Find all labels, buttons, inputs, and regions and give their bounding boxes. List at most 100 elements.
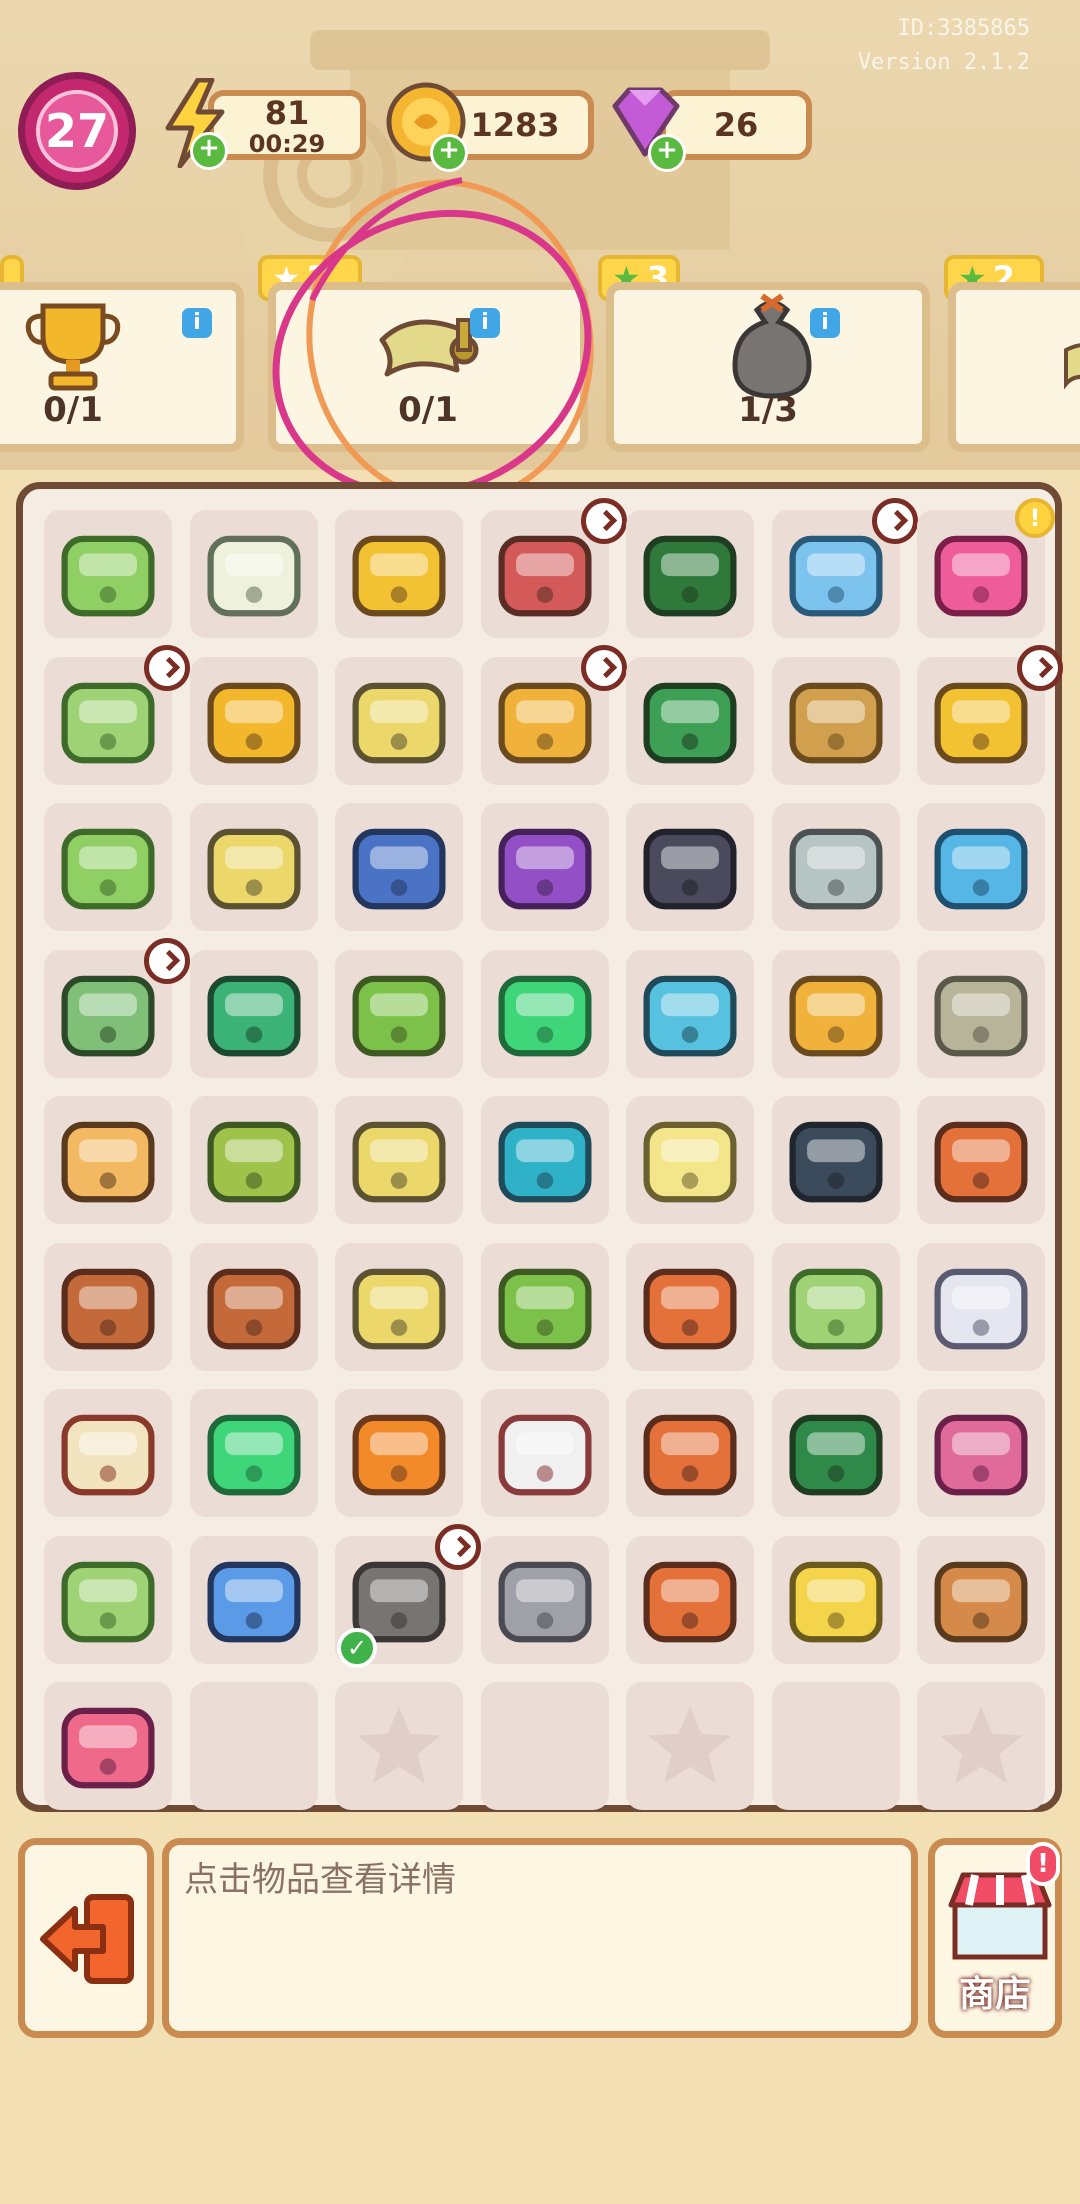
inventory-slot-book-4[interactable] — [189, 1535, 318, 1664]
inventory-slot-gloves[interactable] — [771, 1242, 900, 1371]
inventory-slot-tape-measure[interactable] — [626, 1389, 754, 1517]
energy-timer: 00:29 — [248, 130, 326, 158]
inventory-slot-shopping-cart[interactable] — [335, 510, 463, 638]
newspaper-icon — [207, 535, 300, 617]
scroll-map-icon — [1064, 343, 1080, 390]
inventory-slot-snail[interactable] — [626, 1096, 754, 1224]
clay-pot-icon — [207, 1268, 300, 1349]
inventory-slot-toolbox[interactable] — [626, 656, 754, 785]
inventory-slot-utility-knife[interactable] — [626, 1535, 754, 1664]
inventory-slot-tape-gun[interactable] — [771, 949, 900, 1078]
inventory-slot-paint-can[interactable] — [44, 1389, 172, 1517]
inventory-slot-hula-hoop[interactable] — [480, 1096, 609, 1224]
potted-tree-icon — [352, 975, 446, 1056]
inventory-slot-seedling[interactable] — [480, 1242, 609, 1371]
inventory-slot-bench-press[interactable] — [626, 949, 754, 1078]
inventory-slot-book-2[interactable] — [335, 1389, 463, 1517]
toolbox-open-icon — [498, 1414, 591, 1496]
quest-card-trash-bag[interactable]: i 1/3 — [606, 282, 930, 452]
flower-basket-icon — [789, 682, 882, 763]
energy-plus-button[interactable]: + — [190, 132, 228, 170]
inventory-slot-cd-player[interactable] — [335, 803, 463, 931]
exit-button[interactable] — [18, 1838, 154, 2038]
inventory-slot-empty[interactable] — [626, 1682, 754, 1810]
paint-bucket-icon — [789, 1561, 882, 1642]
toolbox-icon — [643, 682, 737, 763]
inventory-slot-energy-gem[interactable] — [480, 949, 609, 1078]
inventory-slot-empty[interactable] — [771, 1682, 900, 1810]
cd-player-icon — [352, 828, 446, 910]
inventory-slot-basket-dumbbell[interactable] — [189, 803, 318, 931]
inventory-slot-glove[interactable] — [44, 1535, 172, 1664]
info-icon[interactable]: i — [182, 308, 212, 338]
inventory-slot-empty[interactable] — [335, 1682, 463, 1810]
tray-icon — [352, 1121, 446, 1203]
alert-badge-icon: ! — [1015, 498, 1055, 538]
gems-plus-button[interactable]: + — [648, 134, 686, 172]
inventory-slot-paint-bucket[interactable] — [771, 1535, 900, 1664]
level-badge[interactable]: 27 — [18, 72, 136, 190]
inventory-slot-trowel[interactable] — [480, 1535, 609, 1664]
glove-icon — [61, 1561, 155, 1642]
inventory-slot-plant-pot[interactable] — [189, 656, 318, 785]
inventory-slot-hamsters[interactable] — [44, 1096, 172, 1224]
inventory-slot-potted-tree[interactable] — [335, 949, 463, 1078]
stone-pot-icon — [934, 975, 1028, 1056]
quest-card-partial[interactable] — [948, 282, 1080, 452]
star-placeholder-icon — [357, 1706, 441, 1784]
timer-clock-icon — [144, 937, 190, 984]
inventory-slot-megaphone[interactable] — [189, 949, 318, 1078]
inventory-slot-boxing-glove[interactable] — [626, 803, 754, 931]
bench-press-icon — [643, 975, 737, 1056]
inventory-slot-toolbox-open[interactable] — [480, 1389, 609, 1517]
inventory-slot-basket-dumbbell[interactable] — [335, 1242, 463, 1371]
tape-measure-icon — [643, 1414, 737, 1496]
basket-dumbbell-icon — [352, 1268, 446, 1349]
inventory-slot-infinity-gem[interactable] — [189, 1389, 318, 1517]
inventory-slot-chest-expander[interactable] — [771, 803, 900, 931]
inventory-slot-bricks[interactable] — [917, 1389, 1045, 1517]
inventory-slot-clay-pot[interactable] — [189, 1242, 318, 1371]
inventory-slot-pink-bin[interactable] — [44, 1682, 172, 1810]
inventory-slot-newspaper[interactable] — [189, 510, 318, 638]
inventory-slot-pickaxe[interactable] — [917, 1096, 1045, 1224]
shopping-cart-icon — [352, 535, 446, 617]
info-icon[interactable]: i — [810, 308, 840, 338]
timer-clock-icon — [580, 644, 627, 691]
inventory-slot-empty[interactable] — [189, 1682, 318, 1810]
inventory-slot-tray[interactable] — [335, 1096, 463, 1224]
inventory-slot-soil-bag[interactable] — [189, 1096, 318, 1224]
laptop-icon — [61, 828, 155, 910]
timer-clock-icon — [144, 644, 190, 691]
book-4-icon — [207, 1561, 300, 1642]
inventory-slot-stone-pot[interactable] — [917, 949, 1045, 1078]
inventory-slot-robot-snail[interactable] — [917, 1242, 1045, 1371]
inventory-slot-broken-pot[interactable] — [44, 1242, 172, 1371]
inventory-slot-weight-plates[interactable] — [771, 1096, 900, 1224]
inventory-slot-flower-basket[interactable] — [771, 656, 900, 785]
pickaxe-icon — [934, 1121, 1028, 1203]
inventory-slot-empty[interactable] — [480, 1682, 609, 1810]
energy-gem-icon — [498, 975, 591, 1056]
utility-knife-icon — [643, 1561, 737, 1642]
hula-hoop-icon — [498, 1121, 591, 1203]
soil-bag-icon — [207, 1121, 300, 1203]
inventory-slot-empty[interactable] — [917, 1682, 1045, 1810]
inventory-slot-green-case[interactable] — [771, 1389, 900, 1517]
tool-bin-icon — [643, 535, 737, 617]
user-id-text: ID:3385865 — [897, 16, 1030, 41]
inventory-slot-laptop[interactable] — [44, 510, 172, 638]
quest-card-trophy[interactable]: i 0/1 — [0, 282, 244, 452]
trowel-icon — [498, 1561, 591, 1642]
inventory-slot-mitt[interactable] — [917, 1535, 1045, 1664]
gloves-icon — [789, 1268, 882, 1349]
inventory-slot-laptop[interactable] — [44, 803, 172, 931]
inventory-slot-purple-bin[interactable] — [480, 803, 609, 931]
hamsters-icon — [61, 1121, 155, 1203]
energy-bar[interactable]: 81 00:29 — [208, 90, 366, 160]
checkmark-icon: ✓ — [337, 1627, 377, 1668]
inventory-slot-cart-dumbbell[interactable] — [335, 656, 463, 785]
inventory-slot-hammer[interactable] — [626, 1242, 754, 1371]
inventory-slot-robot-vacuum[interactable] — [917, 803, 1045, 931]
inventory-slot-tool-bin[interactable] — [626, 510, 754, 638]
